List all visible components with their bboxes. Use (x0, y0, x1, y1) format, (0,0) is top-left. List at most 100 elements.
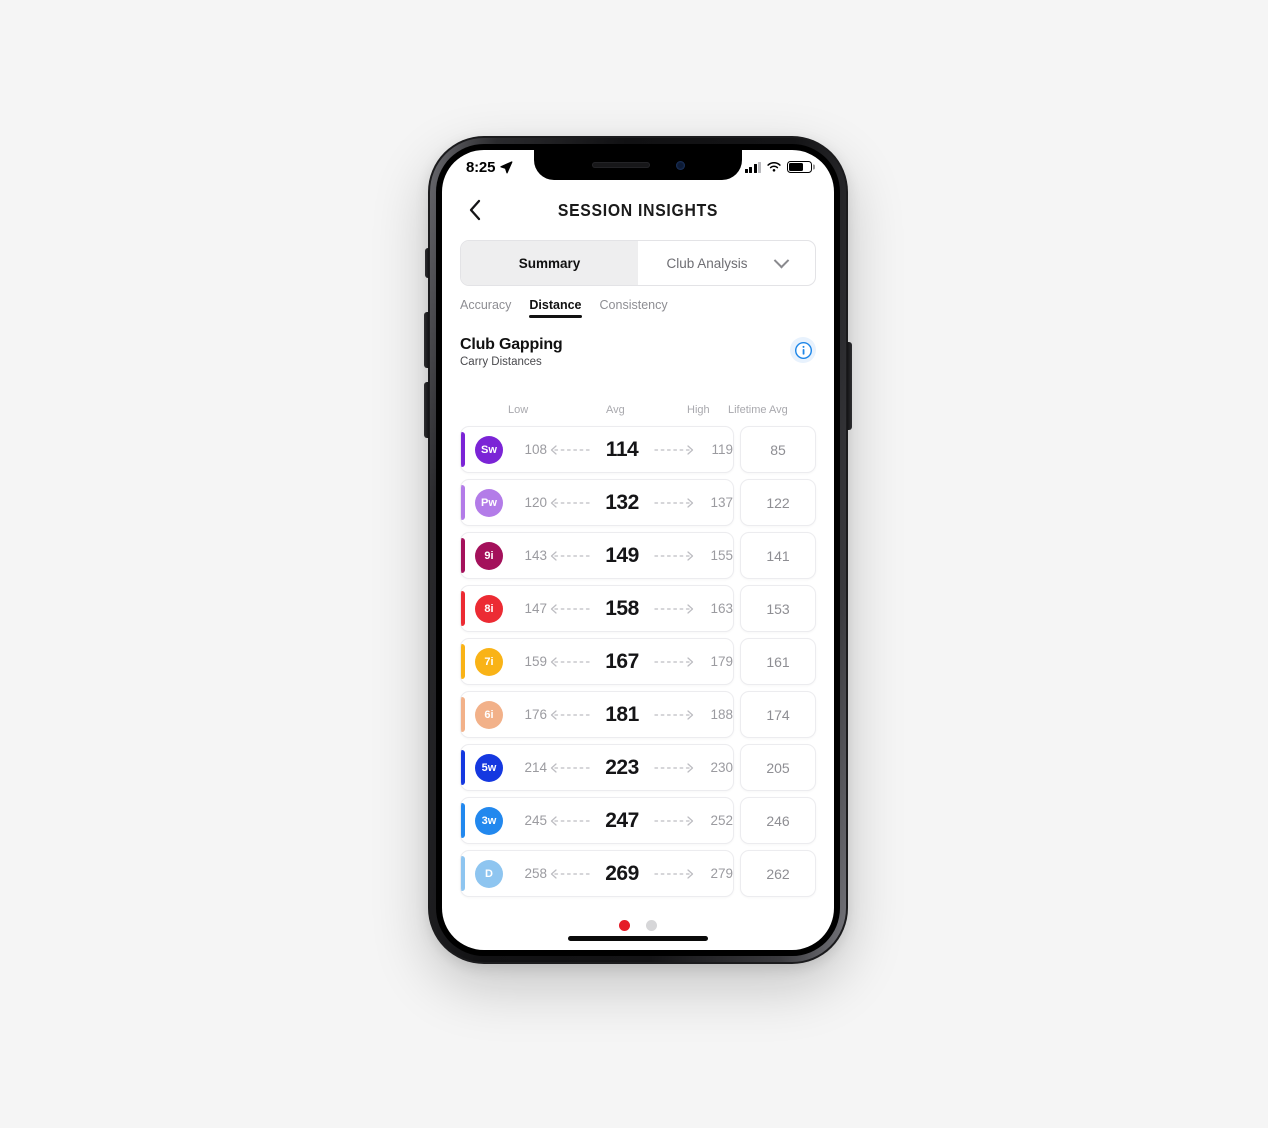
club-lifetime-avg-value: 246 (740, 797, 816, 844)
club-row-main[interactable]: D 258 269 279 (460, 850, 734, 897)
club-gapping-table: Sw 108 114 119 85 Pw 120 132 137 122 9i 143 149… (460, 426, 816, 897)
wifi-icon (767, 162, 781, 172)
silent-switch-button[interactable] (425, 248, 429, 278)
club-row-main[interactable]: 8i 147 158 163 (460, 585, 734, 632)
table-row[interactable]: 9i 143 149 155 141 (460, 532, 816, 579)
club-avg-value: 132 (605, 490, 639, 514)
low-to-avg-arrow (547, 550, 593, 562)
club-lifetime-avg-value: 122 (740, 479, 816, 526)
dashed-arrow-left-icon (550, 815, 590, 826)
avg-to-high-arrow (651, 868, 697, 880)
club-accent-bar (461, 432, 465, 467)
table-row[interactable]: 8i 147 158 163 153 (460, 585, 816, 632)
club-accent-bar (461, 750, 465, 785)
info-circle-icon[interactable] (790, 337, 816, 363)
page-indicator[interactable] (442, 920, 834, 931)
dashed-arrow-left-icon (550, 603, 590, 614)
club-avg-value: 167 (605, 649, 639, 673)
navigation-bar: SESSION INSIGHTS (442, 184, 834, 236)
tab-label: Distance (529, 298, 582, 312)
dashed-arrow-left-icon (550, 444, 590, 455)
home-indicator-bar[interactable] (568, 936, 708, 941)
segment-club-analysis[interactable]: Club Analysis (638, 241, 815, 285)
club-low-value: 120 (524, 495, 547, 510)
dashed-arrow-right-icon (654, 815, 694, 826)
club-low-value: 147 (524, 601, 547, 616)
earpiece-speaker-icon (591, 162, 650, 168)
low-to-avg-arrow (547, 497, 593, 509)
table-row[interactable]: Pw 120 132 137 122 (460, 479, 816, 526)
club-row-main[interactable]: 6i 176 181 188 (460, 691, 734, 738)
club-row-main[interactable]: 7i 159 167 179 (460, 638, 734, 685)
dashed-arrow-right-icon (654, 762, 694, 773)
table-row[interactable]: 6i 176 181 188 174 (460, 691, 816, 738)
table-row[interactable]: Sw 108 114 119 85 (460, 426, 816, 473)
column-header-avg: Avg (606, 404, 625, 416)
page-dot-2[interactable] (646, 920, 657, 931)
club-low-value: 245 (524, 813, 547, 828)
club-high-value: 188 (710, 707, 733, 722)
club-high-value: 252 (710, 813, 733, 828)
dashed-arrow-left-icon (550, 709, 590, 720)
dashed-arrow-left-icon (550, 762, 590, 773)
segment-club-analysis-label: Club Analysis (666, 255, 748, 271)
table-row[interactable]: 7i 159 167 179 161 (460, 638, 816, 685)
club-row-main[interactable]: Pw 120 132 137 (460, 479, 734, 526)
cellular-signal-icon (744, 161, 761, 173)
avg-to-high-arrow (651, 444, 697, 456)
page-dot-1[interactable] (619, 920, 630, 931)
volume-down-button[interactable] (424, 382, 429, 438)
club-high-value: 179 (710, 654, 733, 669)
club-accent-bar (461, 803, 465, 838)
club-badge: 6i (475, 700, 503, 729)
tab-distance[interactable]: Distance (529, 298, 582, 318)
dashed-arrow-left-icon (550, 497, 590, 508)
club-avg-value: 149 (605, 543, 639, 567)
club-avg-value: 181 (605, 702, 639, 726)
section-header: Club Gapping Carry Distances (460, 336, 816, 368)
section-header-text: Club Gapping Carry Distances (460, 336, 563, 368)
tab-label: Consistency (599, 298, 668, 312)
dashed-arrow-left-icon (550, 656, 590, 667)
table-row[interactable]: 3w 245 247 252 246 (460, 797, 816, 844)
club-lifetime-avg-value: 262 (740, 850, 816, 897)
club-low-value: 214 (524, 760, 547, 775)
chevron-down-icon (773, 252, 789, 268)
tab-consistency[interactable]: Consistency (600, 298, 668, 318)
club-badge: 7i (475, 647, 503, 676)
club-row-main[interactable]: 9i 143 149 155 (460, 532, 734, 579)
dashed-arrow-right-icon (654, 550, 694, 561)
view-mode-segmented-control[interactable]: Summary Club Analysis (460, 240, 816, 286)
club-lifetime-avg-value: 85 (740, 426, 816, 473)
section-title: Club Gapping (460, 336, 563, 353)
club-low-value: 143 (524, 548, 547, 563)
tab-label: Accuracy (460, 298, 512, 312)
segment-summary[interactable]: Summary (461, 241, 638, 285)
table-row[interactable]: 5w 214 223 230 205 (460, 744, 816, 791)
club-avg-value: 223 (605, 755, 639, 779)
segment-summary-label: Summary (518, 255, 581, 271)
dashed-arrow-left-icon (550, 550, 590, 561)
phone-device-frame: 8:25 SESSION INSIGHTS Summary Club Analy… (424, 136, 852, 964)
club-row-main[interactable]: 3w 245 247 252 (460, 797, 734, 844)
power-button[interactable] (847, 342, 852, 430)
club-avg-value: 114 (605, 437, 639, 461)
low-to-avg-arrow (547, 603, 593, 615)
club-lifetime-avg-value: 161 (740, 638, 816, 685)
status-bar-right (744, 161, 812, 173)
avg-to-high-arrow (651, 815, 697, 827)
dashed-arrow-right-icon (654, 868, 694, 879)
club-low-value: 258 (524, 866, 547, 881)
low-to-avg-arrow (547, 868, 593, 880)
table-row[interactable]: D 258 269 279 262 (460, 850, 816, 897)
club-lifetime-avg-value: 141 (740, 532, 816, 579)
club-row-main[interactable]: 5w 214 223 230 (460, 744, 734, 791)
dashed-arrow-right-icon (654, 444, 694, 455)
metric-tabs[interactable]: Accuracy Distance Consistency (460, 298, 816, 318)
club-lifetime-avg-value: 205 (740, 744, 816, 791)
tab-accuracy[interactable]: Accuracy (460, 298, 511, 318)
club-accent-bar (461, 485, 465, 520)
club-accent-bar (461, 697, 465, 732)
volume-up-button[interactable] (424, 312, 429, 368)
club-row-main[interactable]: Sw 108 114 119 (460, 426, 734, 473)
